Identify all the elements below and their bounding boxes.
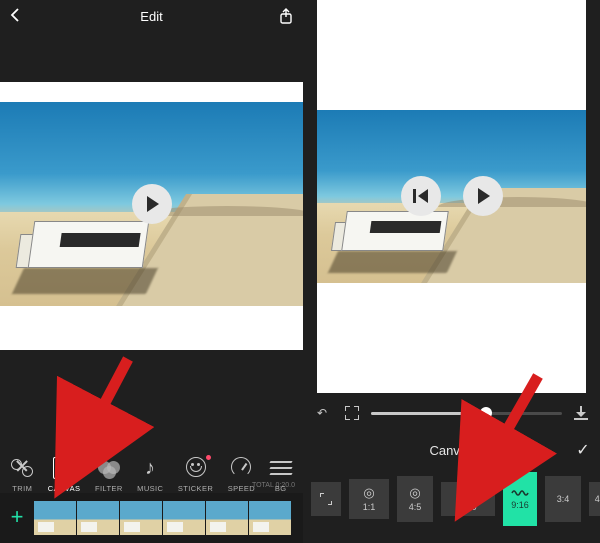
instagram-icon: ◎ <box>363 486 374 499</box>
clip-thumb[interactable] <box>120 501 162 535</box>
music-icon: ♪ <box>139 457 161 479</box>
clip-thumb[interactable] <box>163 501 205 535</box>
new-badge <box>206 455 211 460</box>
download-button[interactable] <box>570 402 592 424</box>
download-icon <box>574 406 588 420</box>
ratio-4-3[interactable]: 4:3 <box>589 482 600 516</box>
play-icon <box>478 188 490 204</box>
canvas-preview[interactable] <box>317 0 586 393</box>
clip-thumb[interactable] <box>206 501 248 535</box>
progress-knob[interactable] <box>480 407 492 419</box>
back-button[interactable] <box>10 8 26 25</box>
edit-toolbar: TRIM CANVAS FILTER ♪ MUSIC STICKER SPEED <box>0 457 303 493</box>
tool-trim[interactable]: TRIM <box>11 457 33 493</box>
speed-icon <box>230 457 252 479</box>
progress-track[interactable] <box>371 412 562 415</box>
edit-screen: Edit TOTAL 0:20.0 TRIM CANVAS <box>0 0 303 543</box>
tool-bg[interactable]: BG <box>270 457 292 493</box>
ratio-1-1[interactable]: ◎ 1:1 <box>349 479 389 519</box>
ratio-9-16[interactable]: 9:16 <box>503 472 537 526</box>
timeline[interactable]: + <box>0 493 303 543</box>
expand-icon <box>320 493 332 505</box>
fullscreen-button[interactable] <box>341 402 363 424</box>
ratio-free[interactable] <box>311 482 341 516</box>
header-bar: Edit <box>0 0 303 32</box>
tool-label: TRIM <box>12 484 32 493</box>
play-button[interactable] <box>132 184 172 224</box>
filter-icon <box>98 457 120 479</box>
tool-label: CANVAS <box>48 484 81 493</box>
tool-label: SPEED <box>228 484 255 493</box>
tool-canvas[interactable]: CANVAS <box>48 457 81 493</box>
clip-thumb[interactable] <box>34 501 76 535</box>
instagram-icon: ◎ <box>409 486 420 499</box>
ratio-4-5[interactable]: ◎ 4:5 <box>397 476 433 522</box>
ratio-label: 4:3 <box>595 494 600 504</box>
wave-icon <box>511 489 529 497</box>
play-button[interactable] <box>463 176 503 216</box>
ratio-label: 4:5 <box>409 502 422 512</box>
tool-speed[interactable]: SPEED <box>228 457 255 493</box>
play-icon <box>147 196 159 212</box>
sticker-icon <box>185 457 207 479</box>
bg-icon <box>270 457 292 479</box>
canvas-icon <box>53 457 75 479</box>
ratio-picker: ◎ 1:1 ◎ 4:5 ▭ 16:9 9:16 3:4 4:3 <box>303 469 600 529</box>
letterbox-top <box>0 82 303 102</box>
tool-music[interactable]: ♪ MUSIC <box>137 457 163 493</box>
tool-label: BG <box>275 484 287 493</box>
prev-button[interactable] <box>401 176 441 216</box>
share-button[interactable] <box>277 8 293 24</box>
add-clip-button[interactable]: + <box>6 507 28 529</box>
ratio-3-4[interactable]: 3:4 <box>545 476 581 522</box>
tool-sticker[interactable]: STICKER <box>178 457 213 493</box>
clip-thumb[interactable] <box>77 501 119 535</box>
tool-label: STICKER <box>178 484 213 493</box>
canvas-screen: ↶ Canvas ✓ ◎ 1:1 ◎ 4:5 ▭ 16:9 <box>303 0 600 543</box>
clip-thumb[interactable] <box>249 501 291 535</box>
ratio-label: 3:4 <box>557 494 570 504</box>
video-preview[interactable] <box>0 102 303 306</box>
panel-title: Canvas <box>337 443 566 458</box>
skip-previous-icon <box>413 189 428 203</box>
scissors-icon <box>11 457 33 479</box>
ratio-16-9[interactable]: ▭ 16:9 <box>441 482 495 516</box>
scrubber-bar: ↶ <box>311 399 592 427</box>
undo-button[interactable]: ↶ <box>311 402 333 424</box>
header-title: Edit <box>26 9 277 24</box>
youtube-icon: ▭ <box>462 486 474 499</box>
tool-label: MUSIC <box>137 484 163 493</box>
confirm-button[interactable]: ✓ <box>566 440 600 460</box>
ratio-label: 9:16 <box>511 500 529 510</box>
fullscreen-icon <box>345 406 359 420</box>
letterbox-bottom <box>0 306 303 350</box>
panel-title-row: Canvas ✓ <box>303 435 600 465</box>
ratio-label: 1:1 <box>363 502 376 512</box>
tool-label: FILTER <box>95 484 123 493</box>
filmstrip[interactable] <box>34 501 297 535</box>
ratio-label: 16:9 <box>459 502 477 512</box>
tool-filter[interactable]: FILTER <box>95 457 123 493</box>
